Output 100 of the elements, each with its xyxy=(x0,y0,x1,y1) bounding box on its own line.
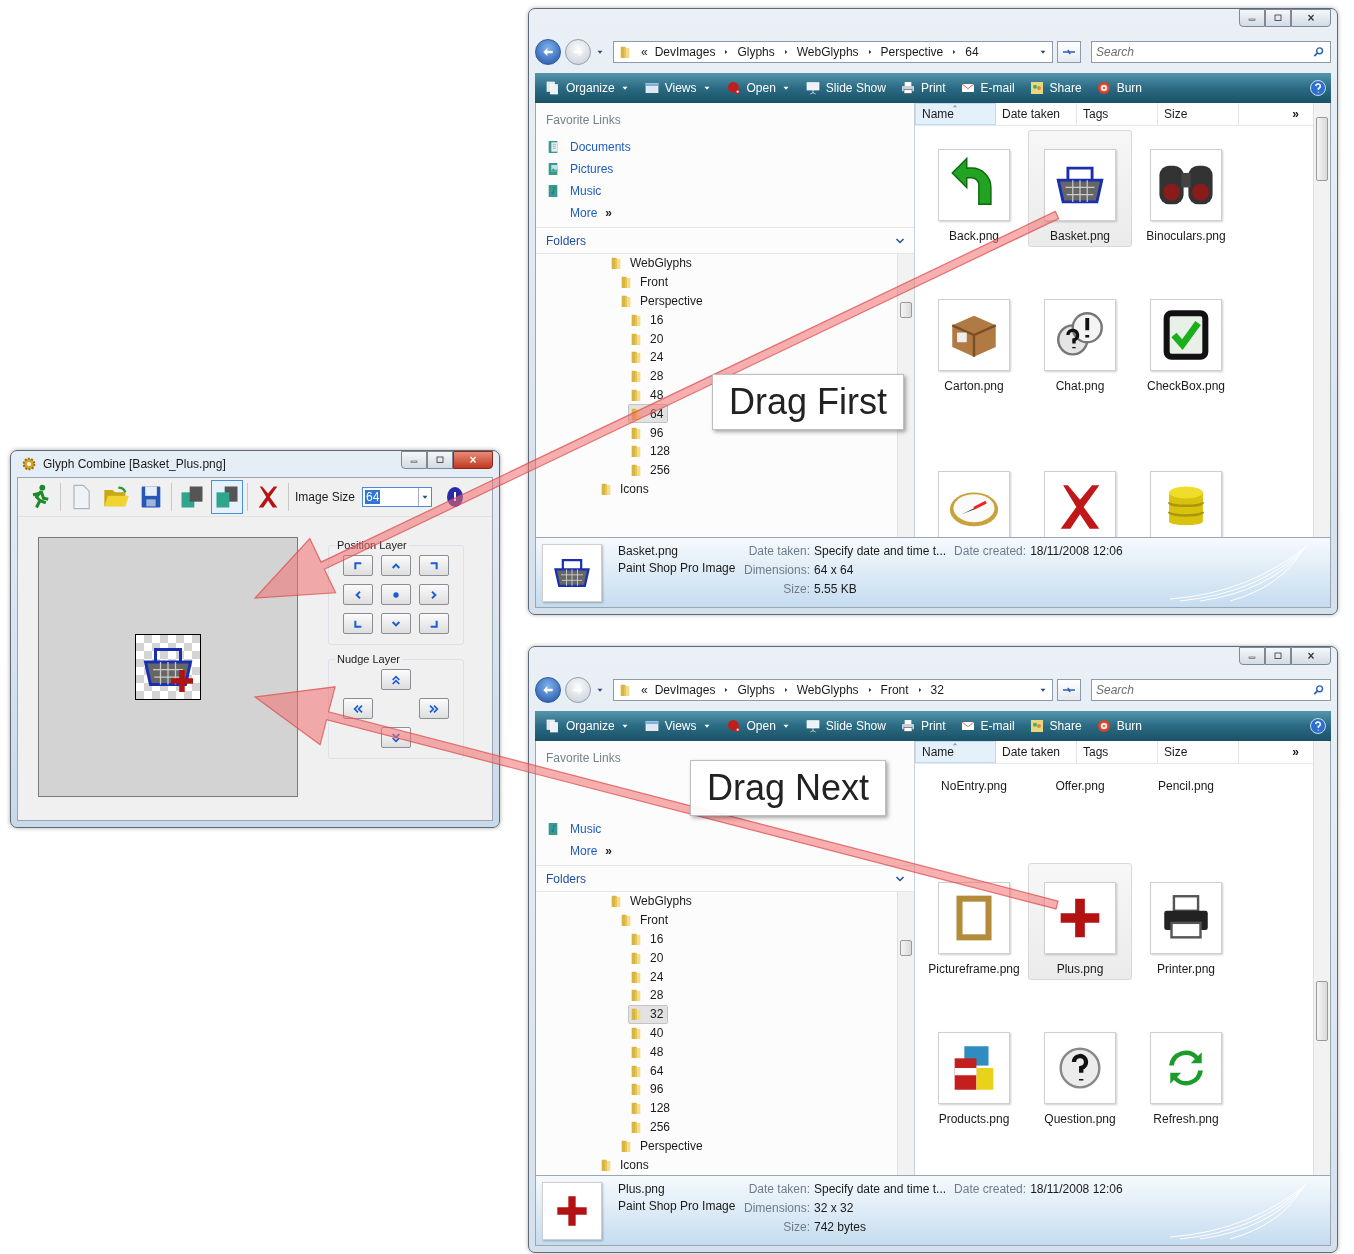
nudge-button[interactable] xyxy=(381,669,411,690)
toolbar-button[interactable] xyxy=(211,480,243,514)
folder-tree-item[interactable]: Perspective xyxy=(618,1136,708,1156)
toolbar-button[interactable]: Open xyxy=(719,713,797,739)
overflow-chevron[interactable]: « xyxy=(641,683,648,697)
folder-tree-item[interactable]: Icons xyxy=(598,1155,654,1174)
back-button[interactable] xyxy=(535,39,561,65)
position-button[interactable] xyxy=(381,584,411,605)
scrollbar[interactable] xyxy=(1313,741,1330,1175)
file-item[interactable]: Plus.png xyxy=(1028,863,1132,980)
nudge-button[interactable] xyxy=(343,698,373,719)
favorite-link[interactable]: Pictures xyxy=(546,158,614,180)
column-header[interactable]: Name xyxy=(915,741,996,763)
folder-tree-item[interactable]: 48 xyxy=(628,385,669,405)
scrollbar[interactable] xyxy=(897,892,914,1175)
favorite-link[interactable]: Music xyxy=(546,180,602,202)
folder-tree-item[interactable]: 28 xyxy=(628,986,669,1005)
toolbar-button[interactable]: E-mail xyxy=(953,713,1021,739)
file-item[interactable]: Binoculars.png xyxy=(1134,130,1238,247)
position-button[interactable] xyxy=(419,613,449,634)
breadcrumb[interactable]: Glyphs xyxy=(737,683,775,697)
toolbar-button[interactable]: Organize xyxy=(539,75,636,101)
file-item[interactable]: Products.png xyxy=(922,1013,1026,1130)
toolbar-button[interactable]: Views xyxy=(637,75,718,101)
position-button[interactable] xyxy=(381,555,411,576)
nudge-button[interactable] xyxy=(381,727,411,748)
toolbar-button[interactable]: Share xyxy=(1022,75,1088,101)
toolbar-button[interactable]: E-mail xyxy=(953,75,1021,101)
folder-tree-item[interactable]: 256 xyxy=(628,460,676,480)
refresh-button[interactable] xyxy=(1057,41,1081,63)
toolbar-button[interactable]: Burn xyxy=(1089,75,1148,101)
toolbar-button[interactable]: Views xyxy=(637,713,718,739)
toolbar-button[interactable]: Slide Show xyxy=(798,75,892,101)
folder-tree-item[interactable]: Perspective xyxy=(618,291,708,311)
position-button[interactable] xyxy=(419,555,449,576)
breadcrumb[interactable]: DevImages xyxy=(654,45,716,59)
refresh-button[interactable] xyxy=(1057,679,1081,701)
folder-tree-item[interactable]: 16 xyxy=(628,929,669,949)
maximize-button[interactable] xyxy=(1265,647,1291,665)
toolbar-button[interactable]: Burn xyxy=(1089,713,1148,739)
maximize-button[interactable] xyxy=(1265,9,1291,27)
file-item[interactable]: Basket.png xyxy=(1028,130,1132,247)
minimize-button[interactable] xyxy=(1239,647,1265,665)
folder-tree-item[interactable]: Icons xyxy=(598,479,654,499)
folder-tree-item[interactable]: 48 xyxy=(628,1042,669,1062)
breadcrumb[interactable]: Perspective xyxy=(880,45,944,59)
position-button[interactable] xyxy=(343,613,373,634)
nudge-button[interactable] xyxy=(419,698,449,719)
folder-tree-item[interactable]: 28 xyxy=(628,366,669,386)
scrollbar[interactable] xyxy=(1313,103,1330,537)
file-item[interactable]: Question.png xyxy=(1028,1013,1132,1130)
file-item[interactable]: CheckBox.png xyxy=(1134,280,1238,397)
close-button[interactable] xyxy=(1291,647,1331,665)
breadcrumb[interactable]: 32 xyxy=(930,683,944,697)
file-item[interactable]: Pencil.png xyxy=(1134,778,1238,797)
folder-tree-item[interactable]: WebGlyphs xyxy=(608,254,697,273)
favorite-link[interactable]: More » xyxy=(546,840,613,862)
position-button[interactable] xyxy=(343,584,373,605)
scrollbar[interactable] xyxy=(897,254,914,537)
overflow-chevron[interactable]: « xyxy=(641,45,648,59)
breadcrumb[interactable]: 64 xyxy=(965,45,979,59)
toolbar-button[interactable]: Slide Show xyxy=(798,713,892,739)
search-field[interactable]: Search xyxy=(1091,41,1331,63)
file-item[interactable]: Carton.png xyxy=(922,280,1026,397)
breadcrumb[interactable]: WebGlyphs xyxy=(796,45,859,59)
folder-tree-item[interactable]: Front xyxy=(618,272,673,292)
folder-tree-item[interactable]: 20 xyxy=(628,329,669,348)
toolbar-button[interactable]: Open xyxy=(719,75,797,101)
file-item[interactable]: Offer.png xyxy=(1028,778,1132,797)
minimize-button[interactable] xyxy=(1239,9,1265,27)
folder-tree-item[interactable]: 40 xyxy=(628,1023,669,1043)
file-item[interactable]: Printer.png xyxy=(1134,863,1238,980)
address-bar[interactable]: « DevImages Glyphs WebGlyphs Front 32 xyxy=(613,679,1053,701)
maximize-button[interactable] xyxy=(427,451,453,469)
folder-tree-item[interactable]: 64 xyxy=(628,1061,669,1080)
favorite-link[interactable]: More » xyxy=(546,202,613,224)
back-button[interactable] xyxy=(535,677,561,703)
breadcrumb[interactable]: DevImages xyxy=(654,683,716,697)
help-icon[interactable] xyxy=(1309,717,1327,735)
folder-tree-item[interactable]: 256 xyxy=(628,1117,676,1137)
address-bar[interactable]: « DevImages Glyphs WebGlyphs Perspective 64 xyxy=(613,41,1053,63)
folder-tree-item[interactable]: WebGlyphs xyxy=(608,892,697,911)
folder-tree-item[interactable]: Front xyxy=(618,910,673,930)
search-field[interactable]: Search xyxy=(1091,679,1331,701)
favorite-link[interactable]: Documents xyxy=(546,136,631,158)
file-item[interactable]: Back.png xyxy=(922,130,1026,247)
folder-tree-item[interactable]: 20 xyxy=(628,948,669,968)
file-item[interactable]: Refresh.png xyxy=(1134,1013,1238,1130)
folder-tree-item[interactable]: 96 xyxy=(628,1079,669,1099)
folder-tree-item[interactable]: 16 xyxy=(628,310,669,330)
folder-tree-item[interactable]: 24 xyxy=(628,348,669,367)
position-button[interactable] xyxy=(381,613,411,634)
breadcrumb[interactable]: Front xyxy=(880,683,909,697)
folder-tree-item[interactable]: 32 xyxy=(628,1004,669,1024)
favorite-link[interactable]: Music xyxy=(546,818,602,840)
breadcrumb[interactable]: WebGlyphs xyxy=(796,683,859,697)
folders-header[interactable]: Folders xyxy=(536,866,914,892)
column-header[interactable]: Name xyxy=(915,103,996,125)
minimize-button[interactable] xyxy=(401,451,427,469)
toolbar-button[interactable]: Print xyxy=(893,75,952,101)
